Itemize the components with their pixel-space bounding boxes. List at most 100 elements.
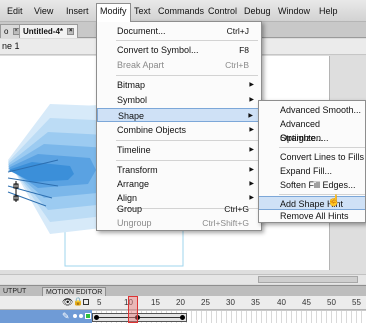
menu-item-add-shape-hint[interactable]: Add Shape Hint <box>259 196 365 210</box>
pencil-icon: ✎ <box>62 311 70 321</box>
submenu-arrow-icon: ▶ <box>249 181 254 187</box>
menu-item-label: Symbol <box>117 95 148 105</box>
menu-item-expand-fill[interactable]: Expand Fill... <box>259 164 365 178</box>
layer-name-cell[interactable]: ✎ <box>0 310 92 323</box>
menu-item-convert-to-symbol[interactable]: Convert to Symbol... F8 <box>97 43 261 57</box>
frame-number: 50 <box>327 298 336 307</box>
menu-debug[interactable]: Debug <box>241 4 274 19</box>
menu-item-optimize[interactable]: Optimize... <box>259 131 365 145</box>
scrollbar-thumb[interactable] <box>258 276 358 283</box>
menu-item-transform[interactable]: Transform ▶ <box>97 163 261 177</box>
menu-item-label: Arrange <box>117 179 150 189</box>
menu-item-label: Break Apart <box>117 60 165 70</box>
playhead[interactable] <box>128 296 138 323</box>
layer-row[interactable]: ✎ <box>0 310 366 323</box>
layer-outline-square[interactable] <box>85 313 91 319</box>
frame-number: 35 <box>251 298 260 307</box>
frame-number: 15 <box>151 298 160 307</box>
tab-label: o <box>4 27 9 36</box>
submenu-arrow-icon: ▶ <box>249 167 254 173</box>
menu-item-break-apart[interactable]: Break Apart Ctrl+B <box>97 58 261 72</box>
menu-control[interactable]: Control <box>205 4 240 19</box>
menu-insert[interactable]: Insert <box>63 4 92 19</box>
menu-item-label: Bitmap <box>117 80 146 90</box>
menu-separator <box>116 40 258 41</box>
menu-item-remove-all-hints[interactable]: Remove All Hints <box>259 209 365 222</box>
frame-number: 45 <box>302 298 311 307</box>
menu-item-label: Combine Objects <box>117 125 187 135</box>
menu-item-shortcut: Ctrl+B <box>225 60 249 70</box>
shape-submenu: Advanced Smooth... Advanced Straighten..… <box>258 100 366 223</box>
menu-item-label: Convert to Symbol... <box>117 45 199 55</box>
menu-item-convert-lines-to-fills[interactable]: Convert Lines to Fills <box>259 150 365 164</box>
menu-item-label: Document... <box>117 26 166 36</box>
eye-icon[interactable]: 👁 <box>62 297 73 308</box>
menu-item-combine-objects[interactable]: Combine Objects ▶ <box>97 123 261 137</box>
lock-icon[interactable]: 🔒 <box>73 297 83 306</box>
scene-label[interactable]: ne 1 <box>2 41 20 51</box>
menu-window[interactable]: Window <box>275 4 313 19</box>
menu-item-shortcut: Ctrl+Shift+G <box>202 218 249 228</box>
menu-text[interactable]: Text <box>131 4 154 19</box>
menu-modify[interactable]: Modify <box>96 3 131 22</box>
menu-separator <box>279 194 365 195</box>
menu-separator <box>116 160 258 161</box>
menu-item-document[interactable]: Document... Ctrl+J <box>97 24 261 38</box>
menu-item-label: Transform <box>117 165 158 175</box>
keyframe-dot[interactable] <box>94 315 99 320</box>
menu-item-soften-fill-edges[interactable]: Soften Fill Edges... <box>259 178 365 192</box>
menu-item-advanced-straighten[interactable]: Advanced Straighten... <box>259 117 365 143</box>
hand-pointer-cursor-icon: ☝ <box>327 195 341 207</box>
menu-edit[interactable]: Edit <box>4 4 26 19</box>
submenu-arrow-icon: ▶ <box>249 127 254 133</box>
frame-number: 5 <box>97 298 102 307</box>
menu-item-shortcut: Ctrl+G <box>224 204 249 214</box>
menu-item-label: Expand Fill... <box>280 166 333 176</box>
submenu-arrow-icon: ▶ <box>249 97 254 103</box>
menu-help[interactable]: Help <box>316 4 341 19</box>
menu-item-shape[interactable]: Shape ▶ <box>97 108 261 122</box>
frame-number: 25 <box>201 298 210 307</box>
layer-lock-dot[interactable] <box>79 314 83 318</box>
menu-item-ungroup[interactable]: Ungroup Ctrl+Shift+G <box>97 216 261 230</box>
menu-item-label: Remove All Hints <box>280 211 349 221</box>
submenu-arrow-icon: ▶ <box>249 82 254 88</box>
frame-number: 40 <box>277 298 286 307</box>
frame-number: 55 <box>352 298 361 307</box>
menu-item-label: Ungroup <box>117 218 152 228</box>
menu-item-bitmap[interactable]: Bitmap ▶ <box>97 78 261 92</box>
menu-item-label: Optimize... <box>280 133 324 143</box>
horizontal-scrollbar[interactable] <box>0 274 366 284</box>
close-icon[interactable]: × <box>67 28 75 36</box>
menu-commands[interactable]: Commands <box>155 4 207 19</box>
submenu-arrow-icon: ▶ <box>248 113 253 119</box>
menu-item-label: Shape <box>118 111 145 121</box>
tab-label: Untitled-4* <box>23 27 63 36</box>
menu-separator <box>279 147 365 148</box>
timeline-panel-tabs: UTPUT MOTION EDITOR <box>0 285 366 297</box>
menu-item-group[interactable]: Group Ctrl+G <box>97 202 261 216</box>
menu-item-arrange[interactable]: Arrange ▶ <box>97 177 261 191</box>
menu-item-label: Advanced Smooth... <box>280 105 362 115</box>
menu-separator <box>116 75 258 76</box>
frame-number: 30 <box>226 298 235 307</box>
menu-item-timeline[interactable]: Timeline ▶ <box>97 143 261 157</box>
document-tab-untitled-4[interactable]: Untitled-4* × <box>19 24 79 38</box>
frame-number: 20 <box>176 298 185 307</box>
outline-icon[interactable] <box>83 299 89 305</box>
menu-item-label: Convert Lines to Fills <box>280 152 365 162</box>
menubar: Edit View Insert Modify Text Commands Co… <box>0 0 366 22</box>
timeline-header: 👁 🔒 5 10 15 20 25 30 35 40 45 50 55 <box>0 296 366 310</box>
menu-item-advanced-smooth[interactable]: Advanced Smooth... <box>259 103 365 117</box>
submenu-arrow-icon: ▶ <box>249 147 254 153</box>
keyframe-dot[interactable] <box>180 315 185 320</box>
menu-item-shortcut: F8 <box>239 45 249 55</box>
menu-item-label: Group <box>117 204 143 214</box>
menu-separator <box>116 140 258 141</box>
menu-view[interactable]: View <box>31 4 56 19</box>
menu-item-shortcut: Ctrl+J <box>226 26 249 36</box>
menu-item-symbol[interactable]: Symbol ▶ <box>97 93 261 107</box>
menu-item-label: Soften Fill Edges... <box>280 180 356 190</box>
shape-tween-span[interactable] <box>92 313 187 322</box>
layer-visible-dot[interactable] <box>73 314 77 318</box>
